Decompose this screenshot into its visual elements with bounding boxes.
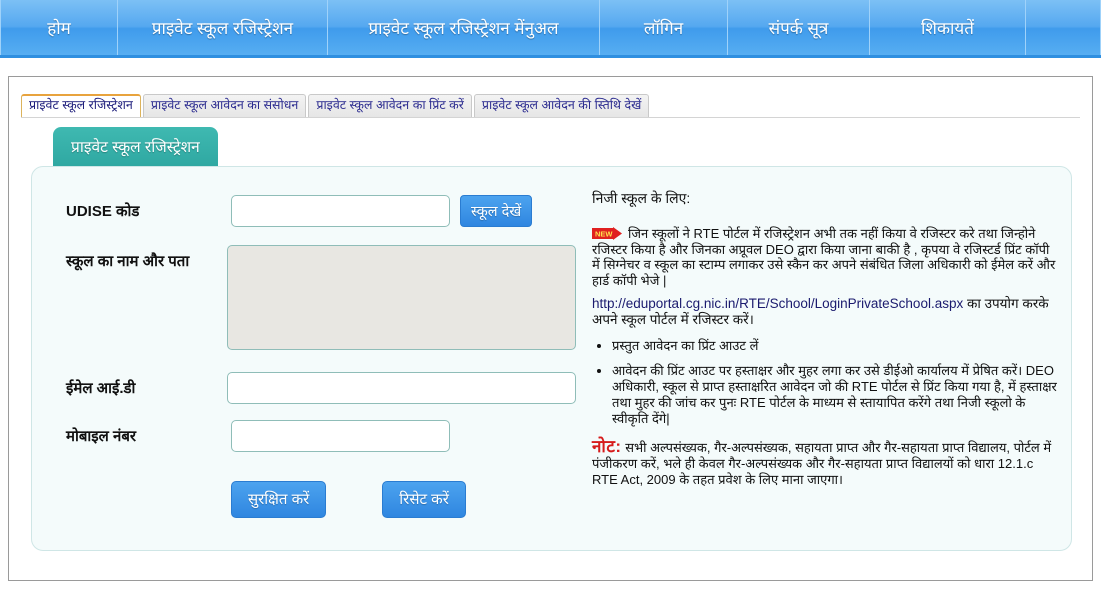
tab-strip-rule xyxy=(21,117,1080,118)
content-frame: प्राइवेट स्कूल रजिस्ट्रेशन प्राइवेट स्कू… xyxy=(8,76,1093,581)
panel-header-label: प्राइवेट स्कूल रजिस्ट्रेशन xyxy=(71,139,200,156)
new-badge-icon: NEW xyxy=(592,227,622,240)
portal-url-link[interactable]: http://eduportal.cg.nic.in/RTE/School/Lo… xyxy=(592,296,963,311)
nav-item-complaints[interactable]: शिकायतें xyxy=(870,0,1026,55)
email-id-label: ईमेल आई.डी xyxy=(66,380,136,397)
tab-label: प्राइवेट स्कूल आवेदन का संसोधन xyxy=(150,98,299,112)
list-item: प्रस्तुत आवेदन का प्रिंट आउट लें xyxy=(612,338,1060,354)
school-name-address-textarea[interactable] xyxy=(227,245,576,350)
reset-button[interactable]: रिसेट करें xyxy=(382,481,466,518)
mobile-number-label: मोबाइल नंबर xyxy=(66,428,137,445)
tab-strip: प्राइवेट स्कूल रजिस्ट्रेशन प्राइवेट स्कू… xyxy=(21,94,650,117)
info-heading: निजी स्कूल के लिए: xyxy=(592,190,691,206)
registration-panel: UDISE कोड स्कूल देखें स्कूल का नाम और पत… xyxy=(31,166,1072,551)
email-id-input[interactable] xyxy=(227,372,576,404)
field-row-mobile: मोबाइल नंबर xyxy=(66,420,576,452)
note-text: सभी अल्पसंख्यक, गैर-अल्पसंख्यक, सहायता प… xyxy=(592,440,1052,487)
new-notice-paragraph: NEW जिन स्कूलों ने RTE पोर्टल में रजिस्ट… xyxy=(592,226,1060,288)
school-name-address-label: स्कूल का नाम और पता xyxy=(66,253,190,270)
registration-form: UDISE कोड स्कूल देखें स्कूल का नाम और पत… xyxy=(32,167,577,550)
info-panel: निजी स्कूल के लिए: NEW जिन स्कूलों ने RT… xyxy=(592,189,1060,488)
tab-application-amendment[interactable]: प्राइवेट स्कूल आवेदन का संसोधन xyxy=(142,94,307,117)
list-item: आवेदन की प्रिंट आउट पर हस्ताक्षर और मुहर… xyxy=(612,363,1060,427)
tab-label: प्राइवेट स्कूल आवेदन की स्तिथि देखें xyxy=(481,98,642,112)
field-row-udise: UDISE कोड स्कूल देखें xyxy=(66,195,566,227)
nav-item-label: संपर्क सूत्र xyxy=(768,19,829,38)
field-row-email: ईमेल आई.डी xyxy=(66,372,576,404)
udise-code-label: UDISE कोड xyxy=(66,203,140,220)
nav-item-home[interactable]: होम xyxy=(0,0,118,55)
nav-item-label: होम xyxy=(47,19,71,38)
instruction-list: प्रस्तुत आवेदन का प्रिंट आउट लें आवेदन क… xyxy=(592,338,1060,427)
nav-item-label: शिकायतें xyxy=(921,19,974,38)
tab-application-status[interactable]: प्राइवेट स्कूल आवेदन की स्तिथि देखें xyxy=(473,94,650,117)
nav-item-contact[interactable]: संपर्क सूत्र xyxy=(728,0,870,55)
tab-label: प्राइवेट स्कूल आवेदन का प्रिंट करें xyxy=(316,98,464,112)
mobile-number-input[interactable] xyxy=(231,420,450,452)
new-notice-text: जिन स्कूलों ने RTE पोर्टल में रजिस्ट्रेश… xyxy=(592,226,1056,288)
nav-item-label: प्राइवेट स्कूल रजिस्ट्रेशन मेंनुअल xyxy=(368,19,559,38)
top-navigation-bar: होम प्राइवेट स्कूल रजिस्ट्रेशन प्राइवेट … xyxy=(0,0,1101,58)
note-label: नोट: xyxy=(592,437,622,456)
tab-label: प्राइवेट स्कूल रजिस्ट्रेशन xyxy=(29,98,133,112)
nav-item-registration-manual[interactable]: प्राइवेट स्कूल रजिस्ट्रेशन मेंनुअल xyxy=(328,0,600,55)
tab-private-school-registration[interactable]: प्राइवेट स्कूल रजिस्ट्रेशन xyxy=(21,94,141,117)
nav-spacer xyxy=(1026,0,1101,55)
nav-item-label: प्राइवेट स्कूल रजिस्ट्रेशन xyxy=(151,19,294,38)
udise-code-input[interactable] xyxy=(231,195,450,227)
nav-item-login[interactable]: लॉगिन xyxy=(600,0,728,55)
tab-application-print[interactable]: प्राइवेट स्कूल आवेदन का प्रिंट करें xyxy=(308,94,472,117)
page-root: होम प्राइवेट स्कूल रजिस्ट्रेशन प्राइवेट … xyxy=(0,0,1101,597)
note-block: नोट: सभी अल्पसंख्यक, गैर-अल्पसंख्यक, सहा… xyxy=(592,437,1060,488)
nav-item-private-school-registration[interactable]: प्राइवेट स्कूल रजिस्ट्रेशन xyxy=(118,0,328,55)
form-actions: सुरक्षित करें रिसेट करें xyxy=(231,481,466,518)
panel-header-pill: प्राइवेट स्कूल रजिस्ट्रेशन xyxy=(53,127,218,166)
field-row-school-name: स्कूल का नाम और पता xyxy=(66,245,576,350)
nav-item-label: लॉगिन xyxy=(643,19,684,38)
portal-url-line: http://eduportal.cg.nic.in/RTE/School/Lo… xyxy=(592,296,1060,328)
svg-text:NEW: NEW xyxy=(595,230,613,239)
view-school-button[interactable]: स्कूल देखें xyxy=(460,195,533,227)
save-button[interactable]: सुरक्षित करें xyxy=(231,481,327,518)
